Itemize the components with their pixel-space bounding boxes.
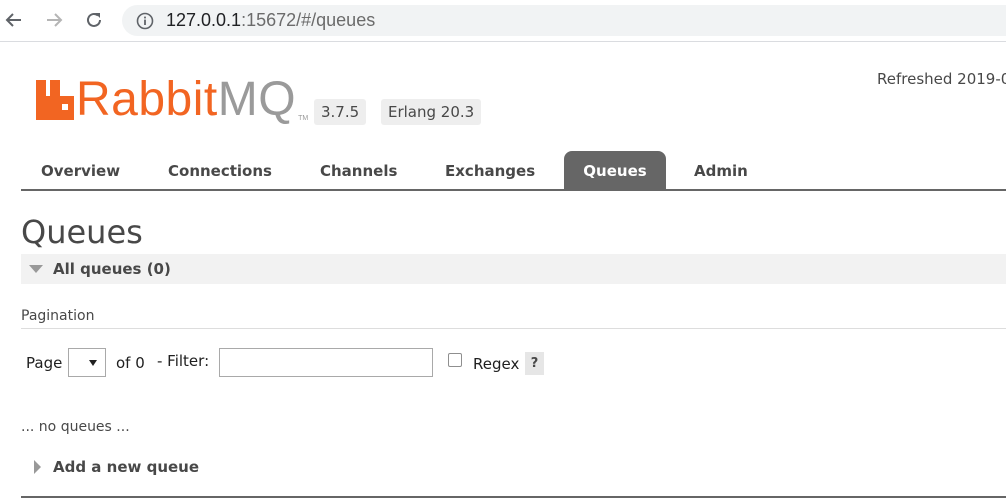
logo-rabbit-text: Rabbit	[76, 73, 218, 126]
rabbit-logo-icon	[36, 80, 74, 120]
refreshed-timestamp[interactable]: Refreshed 2019-0	[877, 70, 1006, 88]
info-icon[interactable]	[136, 12, 154, 30]
add-queue-section-toggle[interactable]: Add a new queue	[34, 458, 199, 476]
address-bar[interactable]: 127.0.0.1:15672/#/queues	[122, 5, 1006, 36]
rabbitmq-logo[interactable]: RabbitMQ TM	[36, 72, 308, 124]
page-select[interactable]	[68, 348, 106, 377]
collapse-triangle-icon	[29, 265, 43, 273]
add-queue-label: Add a new queue	[53, 458, 200, 476]
regex-label: Regex	[473, 355, 520, 373]
url-text: 127.0.0.1:15672/#/queues	[166, 10, 375, 31]
tab-admin[interactable]: Admin	[694, 151, 748, 189]
regex-help-button[interactable]: ?	[525, 352, 544, 375]
logo-mq-text: MQ	[217, 73, 297, 126]
pagination-heading: Pagination	[21, 308, 95, 324]
page-label: Page	[26, 354, 63, 372]
page-title: Queues	[21, 213, 143, 251]
page-count-label: of 0	[116, 354, 145, 372]
url-host: 127.0.0.1	[166, 10, 242, 30]
tab-queues[interactable]: Queues	[564, 151, 666, 189]
url-path: :15672/#/queues	[241, 10, 376, 30]
logo-trademark: TM	[298, 115, 309, 122]
section-divider	[21, 496, 1006, 498]
all-queues-section-toggle[interactable]: All queues (0)	[21, 254, 1006, 284]
erlang-version-badge: Erlang 20.3	[381, 99, 482, 125]
chevron-down-icon	[89, 360, 97, 366]
tab-exchanges[interactable]: Exchanges	[445, 151, 535, 189]
filter-input[interactable]	[219, 348, 433, 377]
rabbitmq-version-badge: 3.7.5	[314, 99, 367, 125]
main-tabs: Overview Connections Channels Exchanges …	[21, 151, 1006, 191]
tab-channels[interactable]: Channels	[320, 151, 397, 189]
filter-label: - Filter:	[157, 352, 210, 370]
forward-arrow-icon[interactable]	[42, 8, 66, 32]
all-queues-label: All queues (0)	[53, 260, 171, 278]
tab-connections[interactable]: Connections	[168, 151, 272, 189]
tab-overview[interactable]: Overview	[41, 151, 120, 189]
reload-icon[interactable]	[82, 8, 106, 32]
pagination-divider	[21, 328, 1006, 329]
browser-toolbar: 127.0.0.1:15672/#/queues	[0, 0, 1006, 42]
expand-triangle-icon	[34, 460, 41, 474]
logo-wordmark: RabbitMQ	[76, 76, 296, 124]
regex-checkbox[interactable]	[448, 353, 462, 367]
empty-queues-message: ... no queues ...	[21, 419, 130, 435]
back-arrow-icon[interactable]	[2, 8, 26, 32]
